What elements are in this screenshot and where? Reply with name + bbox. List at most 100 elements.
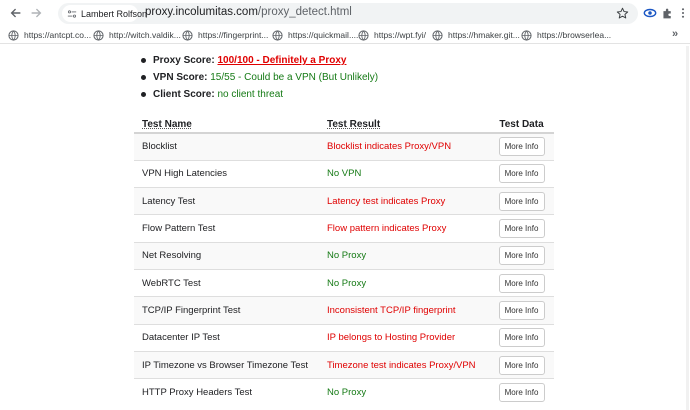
more-info-button[interactable]: More Info — [498, 246, 545, 266]
proxy-score: Proxy Score: 100/100 - Definitely a Prox… — [141, 52, 378, 69]
bookmark-label: https://browserlea... — [537, 30, 612, 40]
bookmark-label: http://witch.valdik... — [109, 30, 181, 40]
test-name-cell: IP Timezone vs Browser Timezone Test — [134, 350, 319, 379]
test-name-cell: Flow Pattern Test — [134, 214, 319, 243]
globe-icon — [358, 29, 369, 41]
test-result-cell: No Proxy — [319, 378, 489, 406]
bookmark-item[interactable]: https://browserlea... — [521, 28, 611, 42]
more-info-button[interactable]: More Info — [498, 328, 545, 348]
more-info-button[interactable]: More Info — [498, 383, 545, 403]
test-name-cell: Datacenter IP Test — [134, 323, 319, 352]
test-result-cell: Flow pattern indicates Proxy — [319, 214, 489, 243]
test-data-cell: More Info — [489, 378, 554, 406]
test-data-cell: More Info — [489, 214, 554, 243]
test-name-cell: Latency Test — [134, 187, 319, 215]
globe-icon — [432, 29, 443, 41]
table-row: VPN High Latencies No VPN More Info — [134, 159, 554, 188]
bookmarks-bar: https://antcpt.co... http://witch.valdik… — [0, 26, 690, 44]
bookmark-label: https://quickmail.... — [288, 30, 359, 40]
table-header-row: Test Name Test Result Test Data — [134, 111, 554, 134]
test-results-table: Test Name Test Result Test Data Blocklis… — [134, 111, 554, 406]
url-text[interactable]: proxy.incolumitas.com/proxy_detect.html — [145, 6, 352, 18]
test-data-cell: More Info — [489, 187, 554, 215]
test-result-cell: IP belongs to Hosting Provider — [319, 323, 489, 352]
globe-icon — [93, 29, 104, 41]
url-path: /proxy_detect.html — [257, 6, 352, 18]
test-data-cell: More Info — [489, 268, 554, 297]
eye-extension-icon[interactable] — [643, 6, 657, 20]
test-name-cell: Net Resolving — [134, 241, 319, 270]
column-header-test-data: Test Data — [489, 111, 554, 134]
test-name-cell: HTTP Proxy Headers Test — [134, 378, 319, 406]
test-data-cell: More Info — [489, 296, 554, 325]
address-bar[interactable]: Lambert Rolfson proxy.incolumitas.com/pr… — [58, 3, 638, 24]
test-name-cell: WebRTC Test — [134, 268, 319, 297]
table-row: Net Resolving No Proxy More Info — [134, 241, 554, 270]
column-header-test-name: Test Name — [134, 111, 319, 134]
test-data-cell: More Info — [489, 159, 554, 188]
bookmark-item[interactable]: https://antcpt.co... — [8, 28, 91, 42]
table-row: Blocklist Blocklist indicates Proxy/VPN Mo… — [134, 132, 554, 161]
vpn-score-label: VPN Score: — [153, 72, 208, 83]
page-scrollbar[interactable] — [686, 46, 689, 410]
bookmark-label: https://antcpt.co... — [24, 30, 92, 40]
client-score-label: Client Score: — [153, 89, 215, 100]
more-info-button[interactable]: More Info — [498, 191, 545, 211]
test-result-cell: Blocklist indicates Proxy/VPN — [319, 132, 489, 161]
more-info-button[interactable]: More Info — [498, 355, 545, 375]
bookmarks-overflow-icon[interactable]: » — [672, 28, 678, 40]
table-row: TCP/IP Fingerprint Test Inconsistent TCP/… — [134, 296, 554, 325]
test-result-cell: No Proxy — [319, 241, 489, 270]
test-result-cell: No Proxy — [319, 268, 489, 297]
test-result-cell: Latency test indicates Proxy — [319, 187, 489, 215]
globe-icon — [8, 29, 19, 41]
table-row: Latency Test Latency test indicates Proxy… — [134, 187, 554, 215]
browser-toolbar: Lambert Rolfson proxy.incolumitas.com/pr… — [0, 0, 690, 26]
globe-icon — [272, 29, 283, 41]
more-info-button[interactable]: More Info — [498, 164, 545, 184]
table-row: Flow Pattern Test Flow pattern indicates … — [134, 214, 554, 243]
bookmark-item[interactable]: http://witch.valdik... — [93, 28, 181, 42]
column-header-test-result: Test Result — [319, 111, 489, 134]
proxy-score-value-link[interactable]: 100/100 - Definitely a Proxy — [217, 55, 346, 66]
bookmark-item[interactable]: https://wpt.fyi/ — [358, 28, 426, 42]
table-row: WebRTC Test No Proxy More Info — [134, 268, 554, 297]
bookmark-star-icon[interactable] — [616, 7, 629, 20]
bookmark-label: https://hmaker.git... — [448, 30, 520, 40]
table-row: Datacenter IP Test IP belongs to Hosting … — [134, 323, 554, 352]
test-data-cell: More Info — [489, 132, 554, 161]
back-arrow-icon[interactable] — [8, 5, 24, 21]
bookmark-item[interactable]: https://quickmail.... — [272, 28, 358, 42]
test-result-cell: Timezone test indicates Proxy/VPN — [319, 350, 489, 379]
site-info-chip[interactable]: Lambert Rolfson — [62, 5, 147, 22]
client-score-value: no client threat — [217, 89, 284, 100]
vpn-score: VPN Score: 15/55 - Could be a VPN (But U… — [141, 69, 378, 86]
site-settings-icon — [67, 9, 77, 18]
test-result-cell: Inconsistent TCP/IP fingerprint — [319, 296, 489, 325]
test-data-cell: More Info — [489, 323, 554, 352]
bookmark-label: https://wpt.fyi/ — [374, 30, 426, 40]
more-info-button[interactable]: More Info — [498, 273, 545, 293]
test-data-cell: More Info — [489, 241, 554, 270]
forward-arrow-icon[interactable] — [28, 5, 44, 21]
test-name-cell: VPN High Latencies — [134, 159, 319, 188]
url-host: proxy.incolumitas.com — [145, 6, 258, 18]
test-data-cell: More Info — [489, 350, 554, 379]
bookmark-item[interactable]: https://hmaker.git... — [432, 28, 520, 42]
test-result-cell: No VPN — [319, 159, 489, 188]
test-name-cell: TCP/IP Fingerprint Test — [134, 296, 319, 325]
table-row: HTTP Proxy Headers Test No Proxy More Info — [134, 378, 554, 406]
more-info-button[interactable]: More Info — [498, 300, 545, 320]
globe-icon — [521, 29, 532, 41]
table-row: IP Timezone vs Browser Timezone Test Time… — [134, 350, 554, 379]
proxy-score-label: Proxy Score: — [153, 55, 215, 66]
bookmark-item[interactable]: https://fingerprint... — [182, 28, 268, 42]
test-name-cell: Blocklist — [134, 132, 319, 161]
client-score: Client Score: no client threat — [141, 86, 378, 103]
more-info-button[interactable]: More Info — [498, 219, 545, 239]
more-info-button[interactable]: More Info — [498, 137, 545, 157]
bookmark-label: https://fingerprint... — [198, 30, 269, 40]
more-menu-icon[interactable] — [676, 6, 690, 20]
extensions-puzzle-icon[interactable] — [660, 6, 674, 20]
globe-icon — [182, 29, 193, 41]
